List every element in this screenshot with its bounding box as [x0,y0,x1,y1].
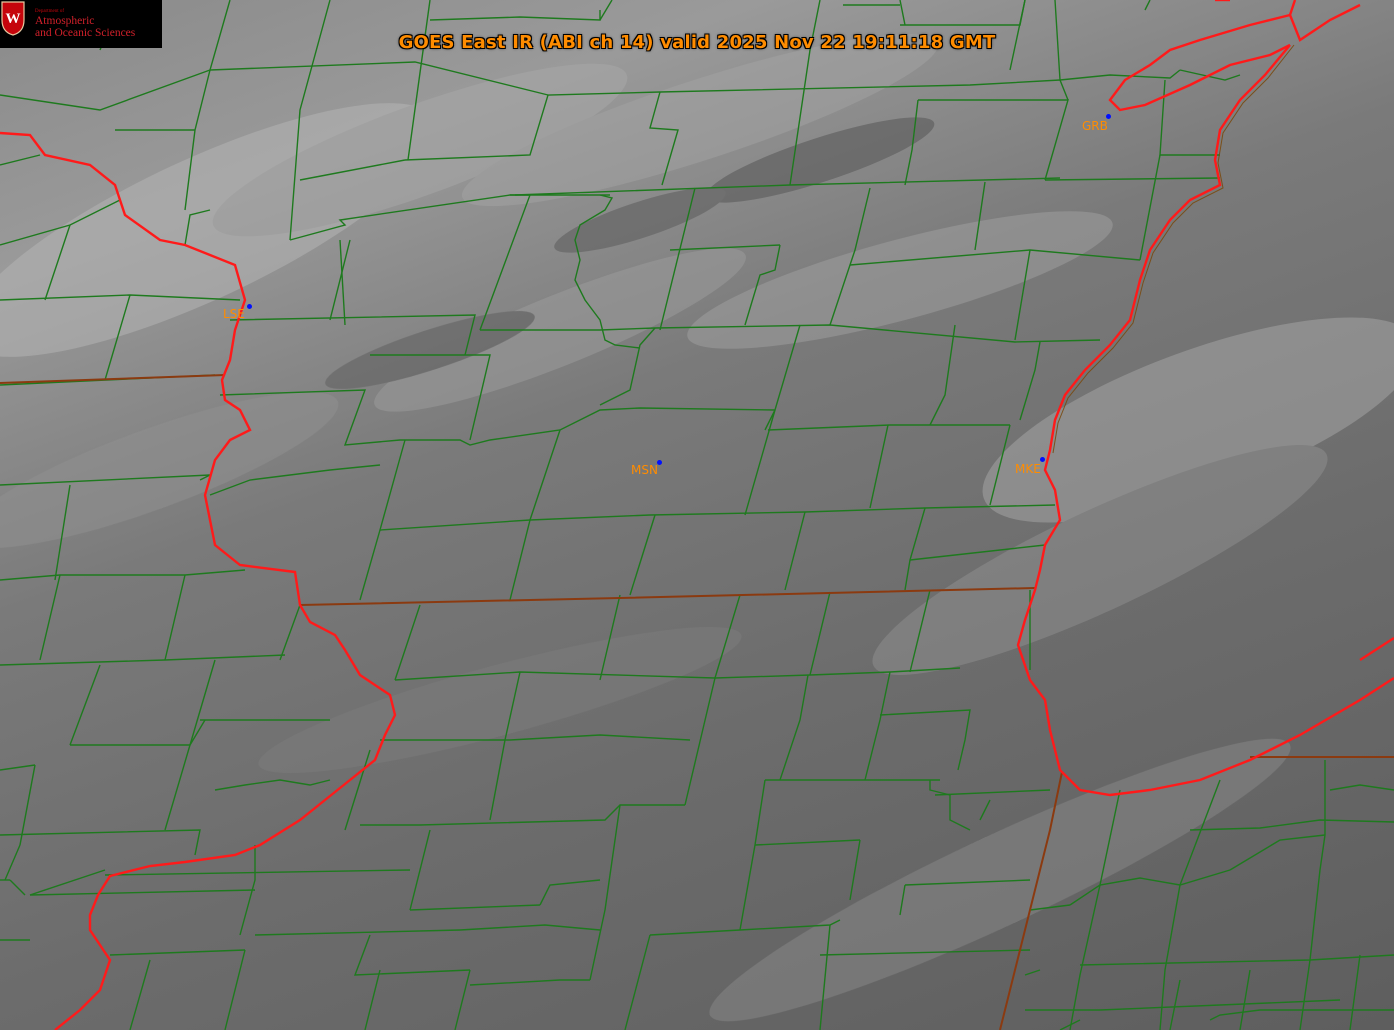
station-label-mke: MKE [1015,462,1041,476]
map-overlay [0,0,1394,1030]
logo-line1: Atmospheric [35,14,95,27]
station-label-lse: LSE [223,307,245,321]
map-title: GOES East IR (ABI ch 14) valid 2025 Nov … [398,32,996,53]
svg-text:W: W [6,11,21,27]
satellite-map: W Department of Atmospheric and Oceanic … [0,0,1394,1030]
station-label-msn: MSN [631,463,658,477]
station-dot-lse [247,304,252,309]
station-label-grb: GRB [1082,119,1108,133]
